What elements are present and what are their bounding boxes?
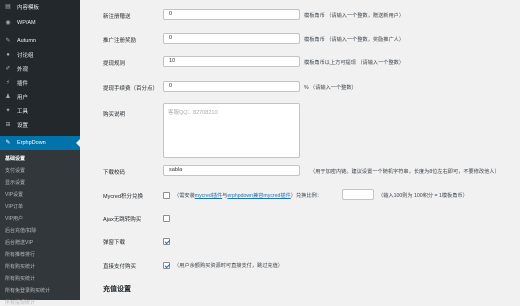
withdraw-min-label: 提现规则 [103, 61, 126, 67]
withdraw-fee-desc: % （请输入一个整数） [304, 85, 357, 91]
menu-item-content-template[interactable]: ▤ 内容模板 [0, 0, 80, 14]
mycred-desc: （需安装mycred插件与erphpdown兼容mycred插件）兑换比例： [174, 192, 322, 199]
submenu-item-vip-users[interactable]: VIP用户 [5, 215, 23, 222]
submenu-item-vip-orders[interactable]: VIP订单 [5, 203, 23, 210]
submenu-item-gift-vip[interactable]: 后台赠送VIP [5, 239, 33, 246]
menu-item-plugins[interactable]: ⚡ 插件 [0, 76, 80, 90]
submenu-item-display[interactable]: 显示设置 [5, 179, 25, 186]
user-icon: ♟ [5, 94, 11, 100]
direct-pay-checkbox[interactable] [163, 262, 170, 269]
mycred-desc-suffix: ）兑换比例： [290, 193, 322, 199]
ajax-buy-checkbox[interactable] [163, 215, 170, 222]
wrench-icon: ✦ [5, 108, 11, 114]
submenu-item-referral-rank[interactable]: 所有推荐排行 [5, 251, 35, 258]
ajax-buy-label: Ajax无跳转购买 [103, 217, 142, 223]
mycred-plugin-link[interactable]: mycred插件 [195, 193, 222, 199]
wp-icon: ◉ [5, 20, 11, 26]
submenu-item-basic[interactable]: 基础设置 [5, 155, 25, 162]
download-code-input[interactable]: sabla [163, 165, 300, 176]
menu-item-appearance[interactable]: ✐ 外观 [0, 62, 80, 76]
mycred-desc-prefix: （需安装 [174, 193, 195, 199]
submenu-item-guest-stats[interactable]: 所有免登录购买统计 [5, 287, 50, 294]
withdraw-min-input[interactable]: 10 [163, 56, 300, 67]
menu-label: 外观 [17, 67, 29, 73]
plugin-icon: ⚡ [5, 80, 11, 86]
mycred-ratio-desc: （输入100则为 100积分 = 1模板角币） [378, 193, 468, 199]
withdraw-fee-input[interactable]: 0 [163, 81, 300, 92]
menu-label: 工具 [17, 109, 29, 115]
mycred-ratio-input[interactable] [342, 189, 374, 200]
menu-label: WP/AM [17, 20, 36, 26]
purchase-note-textarea[interactable]: 客服QQ：82708210 [163, 103, 300, 158]
direct-pay-label: 直接支付购买 [103, 264, 137, 270]
submenu-item-vip-settings[interactable]: VIP设置 [5, 191, 23, 198]
menu-item-group[interactable]: ● 讨论组 [0, 48, 80, 62]
erphpdown-submenu: 基础设置 支付设置 显示设置 VIP设置 VIP订单 VIP用户 后台充值/扣除… [0, 150, 80, 306]
submenu-item-payment[interactable]: 支付设置 [5, 167, 25, 174]
submenu-item-purchase-stats-2[interactable]: 所有购买统计 [5, 275, 35, 282]
download-code-desc: （用于加密内链。建议设置一个随机字符串，长度为8位左右即可，不要修改他人） [310, 169, 500, 175]
menu-item-erphpdown[interactable]: ✎ ErphpDown [0, 136, 80, 150]
erphpdown-mycred-link[interactable]: erphpdown兼容mycred插件 [227, 193, 290, 199]
menu-label: ErphpDown [17, 140, 46, 146]
new-user-gift-label: 新注册赠送 [103, 14, 131, 20]
referral-reward-desc: 模板角币 （请输入一个整数，奖励推广人） [304, 37, 405, 43]
menu-label: 插件 [17, 81, 29, 87]
direct-pay-desc: （用户余额购买资源时可直接支付，跳过充值） [174, 263, 283, 269]
erphpdown-icon: ✎ [5, 140, 11, 146]
mycred-checkbox[interactable] [163, 192, 170, 199]
new-user-gift-desc: 模板角币 （请输入一个整数，赠送新用户） [304, 13, 405, 19]
referral-reward-label: 推广注册奖励 [103, 38, 137, 44]
submenu-item-recharge[interactable]: 后台充值/扣除 [5, 227, 36, 234]
mycred-label: Mycred积分兑换 [103, 194, 144, 200]
menu-label: 用户 [17, 95, 29, 101]
popup-download-checkbox[interactable] [163, 238, 170, 245]
menu-label: 讨论组 [17, 53, 34, 59]
settings-icon: ⊞ [5, 122, 11, 128]
menu-item-autumn[interactable]: ✎ Autumn [0, 34, 80, 48]
submenu-item-purchase-stats[interactable]: 所有购买统计 [5, 263, 35, 270]
admin-sidebar: ▤ 内容模板 ◉ WP/AM ✎ Autumn ● 讨论组 ✐ 外观 ⚡ 插件 ♟ 用户 ✦ 工… [0, 0, 80, 306]
submenu-item-withdraw-stats[interactable]: 所有提现统计 [5, 299, 35, 306]
menu-label: 设置 [17, 123, 29, 129]
menu-item-users[interactable]: ♟ 用户 [0, 90, 80, 104]
popup-download-label: 弹窗下载 [103, 240, 126, 246]
menu-label: Autumn [17, 38, 36, 44]
download-code-label: 下载校码 [103, 170, 126, 176]
group-icon: ● [6, 52, 10, 58]
menu-item-tools[interactable]: ✦ 工具 [0, 104, 80, 118]
withdraw-fee-label: 提现手续费（百分点） [103, 86, 159, 92]
new-user-gift-input[interactable]: 0 [163, 9, 300, 20]
menu-item-wpam[interactable]: ◉ WP/AM [0, 16, 80, 30]
brush-icon: ✐ [5, 66, 11, 72]
settings-form: 新注册赠送 0 模板角币 （请输入一个整数，赠送新用户） 推广注册奖励 0 模板… [80, 0, 520, 300]
layout-icon: ▤ [5, 4, 11, 10]
menu-label: 内容模板 [17, 5, 40, 11]
autumn-icon: ✎ [5, 38, 11, 44]
referral-reward-input[interactable]: 0 [163, 33, 300, 44]
menu-item-settings[interactable]: ⊞ 设置 [0, 118, 80, 132]
recharge-section-title: 充值设置 [103, 286, 131, 293]
withdraw-min-desc: 模板角币以上方可提现 （请输入一个整数） [304, 60, 405, 66]
purchase-note-label: 购买说明 [103, 112, 126, 118]
